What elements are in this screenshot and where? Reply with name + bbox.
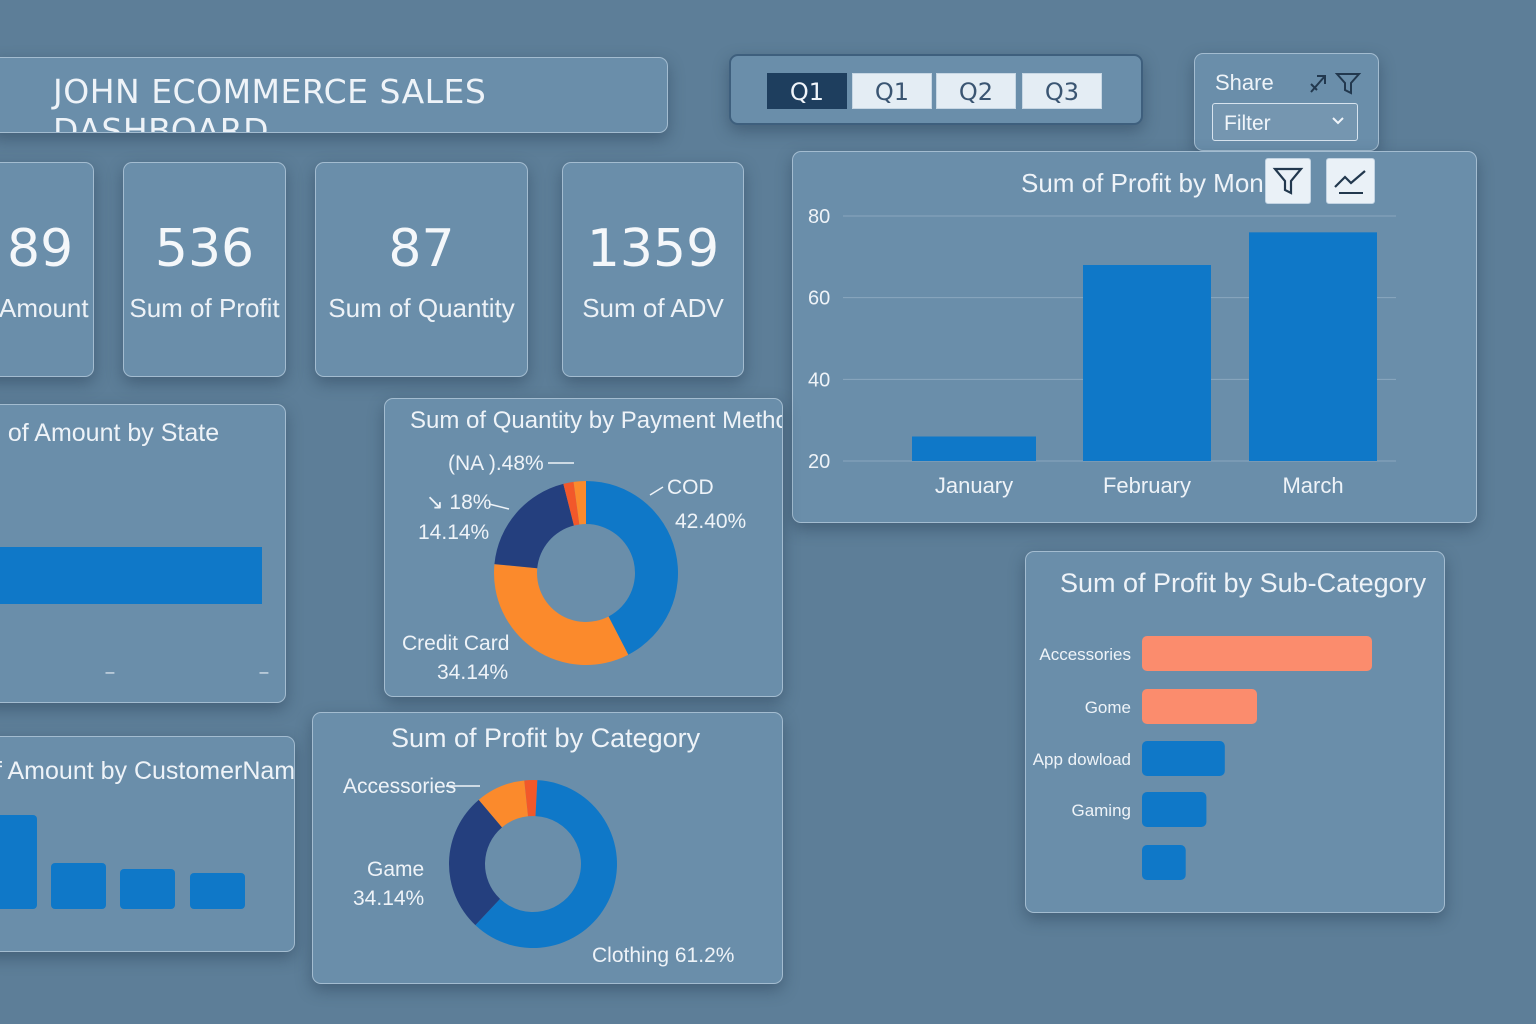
x-tick-mark: – [260,664,269,681]
share-panel-icons [1310,73,1362,95]
bar [120,869,175,909]
slice-label: Game [367,858,424,881]
amount-by-state-chart: – – [0,547,269,681]
profit-by-month-card: Sum of Profit by Mon 80 60 40 20 January Febr… [792,151,1477,523]
bar [1142,792,1207,827]
slice-label: (NA ).48% [448,452,544,475]
kpi-label: Sum of Quantity [328,293,515,323]
slicer-button-q3[interactable]: Q3 [1022,73,1102,109]
leader-line [649,486,664,496]
x-tick-mark: – [106,664,115,681]
kpi-label: Amount [0,293,89,323]
kpi-value: 87 [388,219,455,279]
y-tick-label: 40 [808,369,830,391]
kpi-card-amount: 89 Amount [0,162,94,377]
kpi-card-adv: 1359 Sum of ADV [562,162,744,377]
pie-slice [494,483,574,569]
y-tick-label: 60 [808,288,830,310]
slicer-button-q1-active[interactable]: Q1 [767,73,847,109]
slice-value-label: 34.14% [437,661,508,684]
pie-slice [494,564,629,665]
filter-dropdown-value: Filter [1224,112,1271,135]
bar [1142,845,1186,880]
slice-label: ↘ 18% [426,491,491,514]
profit-by-month-chart: 80 60 40 20 January February March [808,206,1396,498]
bar [0,547,262,604]
amount-by-customer-chart [0,815,245,909]
kpi-label: Sum of ADV [582,293,724,323]
y-tick-label: Accessories [1039,645,1131,664]
bar [1142,689,1257,724]
filter-funnel-icon[interactable] [1334,73,1362,95]
kpi-card-quantity: 87 Sum of Quantity [315,162,528,377]
amount-by-state-card: n of Amount by State – – [0,404,286,703]
profit-by-category-chart: Accessories Game 34.14% Clothing 61.2% [343,775,734,967]
slice-label: Accessories [343,775,456,798]
kpi-value: 1359 [586,219,720,279]
dashboard-title-card: JOHN ECOMMERCE SALES DASHBOARD [0,57,668,133]
quantity-by-payment-card: Sum of Quantity by Payment Method COD 42.… [384,398,783,697]
bar [1249,232,1377,461]
bar [190,873,245,909]
filter-dropdown[interactable]: Filter [1212,103,1358,141]
slice-value-label: 34.14% [353,887,424,910]
amount-by-customer-card: f Amount by CustomerName [0,736,295,952]
slice-label: Credit Card [402,632,509,655]
slicer-button-q2[interactable]: Q2 [936,73,1016,109]
x-tick-label: January [935,473,1013,498]
share-arrow-icon[interactable] [1310,75,1326,93]
kpi-label: Sum of Profit [129,293,280,323]
y-tick-label: Gaming [1071,801,1131,820]
bar [912,436,1036,461]
slice-value-label: 42.40% [675,510,746,533]
chevron-down-icon [1332,117,1344,125]
kpi-card-profit: 536 Sum of Profit [123,162,286,377]
share-label[interactable]: Share [1215,70,1274,96]
x-tick-label: February [1103,473,1191,498]
share-filter-panel: Share Filter [1194,53,1379,151]
profit-by-subcategory-card: Sum of Profit by Sub-Category Accessorie… [1025,551,1445,913]
y-tick-label: App dowload [1033,750,1131,769]
slice-label: COD [667,476,714,499]
y-tick-label: 80 [808,206,830,228]
kpi-value: 89 [7,219,74,279]
profit-by-category-card: Sum of Profit by Category Accessories Gam… [312,712,783,984]
dashboard-title: JOHN ECOMMERCE SALES DASHBOARD [53,72,487,133]
kpi-value: 536 [154,219,255,279]
profit-by-subcategory-chart: Accessories Gome App dowload Gaming [1033,636,1372,880]
bar [0,815,37,909]
quantity-by-payment-chart: COD 42.40% Credit Card 34.14% ↘ 18% 14.14% (NA… [402,452,746,684]
y-tick-label: Gome [1085,698,1131,717]
bar [1142,636,1372,671]
x-tick-label: March [1282,473,1343,498]
slicer-button-q1[interactable]: Q1 [852,73,932,109]
quarter-slicer: Q1 Q1 Q2 Q3 [729,54,1143,125]
bar [1142,741,1225,776]
slice-value-label: Clothing 61.2% [592,944,734,967]
bar [1083,265,1211,461]
slice-value-label: 14.14% [418,521,489,544]
leader-line [488,503,510,510]
y-tick-label: 20 [808,451,830,473]
bar [51,863,106,909]
